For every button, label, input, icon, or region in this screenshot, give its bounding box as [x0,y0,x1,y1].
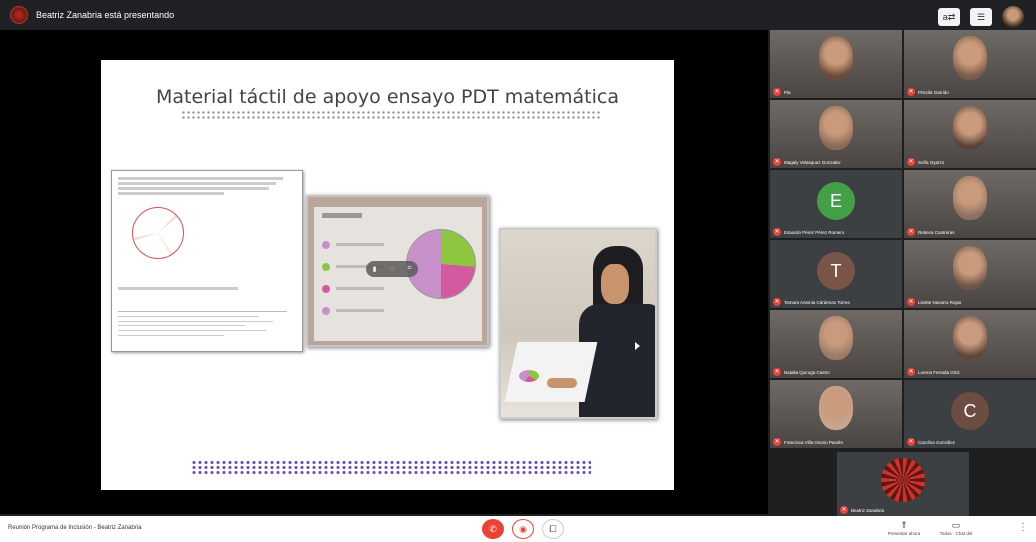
bottom-toolbar: Reunión Programa de Inclusión - Beatriz … [0,516,1036,542]
mic-off-icon: ✕ [907,88,915,96]
mic-off-icon: ✕ [773,88,781,96]
slide-title: Material táctil de apoyo ensayo PDT mate… [155,86,619,108]
worksheet-image [111,170,303,352]
participant-tile[interactable]: ✕ Francisca Villa Osorio Pastén [770,380,902,448]
participant-tile[interactable]: ✕ Lisette Navarro Rojas [904,240,1036,308]
mic-toggle-button[interactable]: ◉ [512,519,534,539]
participant-grid: ✕ Pia ✕ Priscila Garrido ✕ Magaly Velasquez G… [768,30,1036,516]
participant-name: Natalia Quiroga Castro [784,370,830,375]
presentation-stage: Material táctil de apoyo ensayo PDT mate… [0,30,768,514]
mic-off-icon: ✕ [773,438,781,446]
legend-dot [322,285,330,293]
braille-footer-pattern [191,460,591,474]
mic-off-icon: ✕ [907,438,915,446]
present-icon: ⇑ [900,520,908,530]
participant-tile[interactable]: ✕ Magaly Velasquez Gonzalez [770,100,902,168]
legend-dot [322,263,330,271]
participant-video [953,246,987,290]
participant-logo-avatar [881,458,925,502]
mic-off-icon: ✕ [907,228,915,236]
legend-text [336,243,384,246]
participant-video [819,36,853,80]
participant-tile[interactable]: ✕ Beatriz Zanabria [837,452,969,516]
self-avatar[interactable] [1002,6,1024,28]
participant-tile[interactable]: ✕ Priscila Garrido [904,30,1036,98]
student-face [601,264,629,304]
participant-name: Magaly Velasquez Gonzalez [784,160,841,165]
overlay-control-1[interactable]: ▮ [373,265,377,273]
participant-video [953,316,987,360]
participant-video [819,106,853,150]
participant-initial-avatar: E [817,182,855,220]
participant-name: Francisca Villa Osorio Pastén [784,440,843,445]
participant-tile[interactable]: ✕ Pia [770,30,902,98]
worksheet-lines [118,311,294,340]
legend-text [336,309,384,312]
participant-name: Pia [784,90,791,95]
student-photo [499,228,657,419]
chat-icon: ▭ [951,520,961,530]
participant-name: Lisette Navarro Rojas [918,300,962,305]
pin-icon[interactable]: ☰ [970,8,992,26]
presenter-label: Beatriz Zanabria está presentando [36,10,175,20]
small-pie [519,370,539,382]
cursor-arrow-icon [635,342,640,350]
tactile-pie-photo: ▮ ◌ ⌗ [306,195,489,347]
participant-video [953,176,987,220]
mic-off-icon: ✕ [773,158,781,166]
participant-tile[interactable]: ✕ Lorena Ferrada Ortiz [904,310,1036,378]
presenter-avatar [10,6,28,24]
slide-overlay-controls[interactable]: ▮ ◌ ⌗ [366,261,418,277]
participant-name: Beatriz Zanabria [851,508,885,513]
participant-initial-avatar: C [951,392,989,430]
chat-button[interactable]: ▭ Todos · Chat del [932,520,980,540]
participant-tile[interactable]: E ✕ Eduardo Pérez Pérez Romero [770,170,902,238]
participant-name: Rebeca Contreras [918,230,955,235]
more-options-icon[interactable]: ⋮ [1018,522,1028,533]
tactile-sheet [504,342,598,402]
mic-off-icon: ✕ [773,298,781,306]
participant-initial-avatar: T [817,252,855,290]
participant-name: Tamara Antonia Cárdenas Torres [784,300,850,305]
overlay-control-2[interactable]: ◌ [390,266,394,273]
legend-dot [322,241,330,249]
worksheet-pie-diagram [132,207,184,259]
camera-toggle-button[interactable]: ⧠ [542,519,564,539]
participant-tile[interactable]: T ✕ Tamara Antonia Cárdenas Torres [770,240,902,308]
legend-dot [322,307,330,315]
overlay-control-3[interactable]: ⌗ [407,265,411,273]
participant-name: Sofía Oyarzo [918,160,945,165]
presentation-slide: Material táctil de apoyo ensayo PDT mate… [101,60,674,490]
mic-off-icon: ✕ [907,158,915,166]
student-hand [547,378,577,388]
participant-tile[interactable]: ✕ Natalia Quiroga Castro [770,310,902,378]
participant-name: Eduardo Pérez Pérez Romero [784,230,845,235]
mic-off-icon: ✕ [907,368,915,376]
mic-off-icon: ✕ [907,298,915,306]
participant-video [819,386,853,430]
participant-name: Lorena Ferrada Ortiz [918,370,960,375]
mic-off-icon: ✕ [840,506,848,514]
layout-icon[interactable]: a⇄ [938,8,960,26]
present-now-button[interactable]: ⇑ Presentar ahora [880,520,928,540]
top-icons: a⇄ ☰ [938,6,1024,28]
mic-off-icon: ✕ [773,228,781,236]
participant-video [819,316,853,360]
participant-tile[interactable]: ✕ Sofía Oyarzo [904,100,1036,168]
chat-label: Todos · Chat del [939,531,973,536]
present-now-label: Presentar ahora [887,531,921,536]
meet-window: Beatriz Zanabria está presentando a⇄ ☰ M… [0,0,1036,542]
participant-video [953,106,987,150]
participant-name: Priscila Garrido [918,90,949,95]
meeting-name: Reunión Programa de Inclusión - Beatriz … [8,525,142,531]
presenter-bar: Beatriz Zanabria está presentando a⇄ ☰ [0,0,1036,30]
legend-text [336,287,384,290]
participant-tile[interactable]: ✕ Rebeca Contreras [904,170,1036,238]
participant-tile[interactable]: C ✕ Carolina González [904,380,1036,448]
braille-title-pattern [181,110,601,120]
mic-off-icon: ✕ [773,368,781,376]
hangup-button[interactable]: ✆ [482,519,504,539]
participant-name: Carolina González [918,440,956,445]
participant-video [953,36,987,80]
